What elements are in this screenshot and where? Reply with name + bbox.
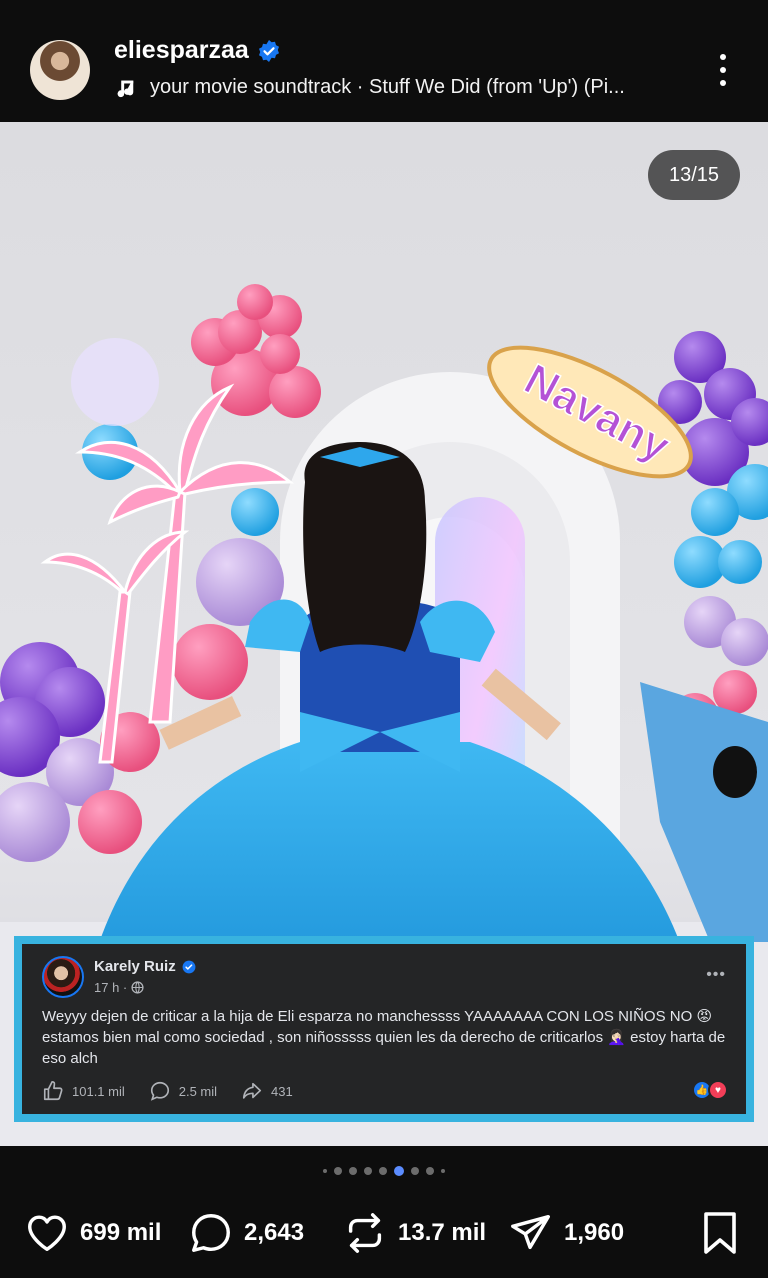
- username[interactable]: eliesparzaa: [114, 36, 249, 65]
- comment-more-button: •••: [706, 966, 726, 983]
- like-icon: [43, 1081, 63, 1101]
- comment-replies-count: 2.5 mil: [178, 1083, 218, 1099]
- comment-time-row: 17 h ·: [94, 980, 144, 995]
- carousel-dot: [323, 1169, 327, 1173]
- carousel-dot: [394, 1166, 404, 1176]
- heart-icon: [28, 1215, 66, 1252]
- carousel-indicator: [0, 1166, 768, 1176]
- like-count: 699 mil: [80, 1219, 162, 1246]
- comment-shares-count: 431: [271, 1083, 293, 1099]
- carousel-dot: [441, 1169, 445, 1173]
- love-reaction-icon: ♥: [708, 1080, 728, 1100]
- commenter-name: Karely Ruiz: [94, 958, 176, 975]
- share-count: 1,960: [564, 1219, 625, 1246]
- carousel-dot: [411, 1167, 419, 1175]
- commenter-avatar: [42, 956, 84, 998]
- carousel-dot: [379, 1167, 387, 1175]
- reaction-icons: 👍 ♥: [692, 1080, 728, 1100]
- comment-card-frame: Karely Ruiz 17 h · ••• Weyyy dejen de cr…: [14, 936, 754, 1122]
- globe-icon: [131, 981, 144, 994]
- comment-text: Weyyy dejen de criticar a la hija de Eli…: [42, 1008, 726, 1067]
- repost-count: 13.7 mil: [398, 1219, 487, 1246]
- comment-stats: 101.1 mil 2.5 mil 431: [42, 1080, 293, 1102]
- verified-icon: [258, 39, 279, 62]
- send-icon: [511, 1214, 550, 1250]
- repost-action[interactable]: 13.7 mil: [342, 1210, 486, 1256]
- comment-likes-count: 101.1 mil: [72, 1083, 125, 1099]
- commenter-name-row: Karely Ruiz: [94, 958, 196, 975]
- carousel-dot: [426, 1167, 434, 1175]
- carousel-dot: [364, 1167, 372, 1175]
- share-icon: [242, 1082, 262, 1099]
- like-action[interactable]: 699 mil: [24, 1210, 161, 1256]
- carousel-dot: [334, 1167, 342, 1175]
- bookmark-icon[interactable]: [700, 1210, 740, 1256]
- post-actions: 699 mil 2,643 13.7 mil 1,960: [0, 1200, 768, 1270]
- music-note-icon: [117, 80, 134, 97]
- more-vertical-icon[interactable]: [708, 50, 738, 90]
- comment-icon: [192, 1214, 230, 1252]
- comment-action[interactable]: 2,643: [188, 1210, 304, 1256]
- verified-icon: [182, 960, 196, 973]
- comment-replies: 2.5 mil: [149, 1080, 217, 1102]
- image-counter: 13/15: [648, 150, 740, 200]
- username-row: eliesparzaa: [114, 36, 281, 65]
- comment-time: 17 h ·: [94, 980, 128, 995]
- comment-likes: 101.1 mil: [42, 1080, 125, 1102]
- post-header: eliesparzaa your movie soundtrack · Stuf…: [0, 0, 768, 122]
- comment-count: 2,643: [244, 1219, 305, 1246]
- comment-shares: 431: [241, 1080, 293, 1102]
- audio-row[interactable]: your movie soundtrack · Stuff We Did (fr…: [114, 76, 625, 99]
- audio-label: your movie soundtrack · Stuff We Did (fr…: [150, 76, 625, 98]
- comment-icon: [150, 1081, 169, 1101]
- carousel-dot: [349, 1167, 357, 1175]
- repost-icon: [348, 1213, 382, 1253]
- share-action[interactable]: 1,960: [508, 1210, 624, 1256]
- facebook-comment-card: Karely Ruiz 17 h · ••• Weyyy dejen de cr…: [22, 944, 746, 1114]
- profile-avatar[interactable]: [30, 40, 90, 100]
